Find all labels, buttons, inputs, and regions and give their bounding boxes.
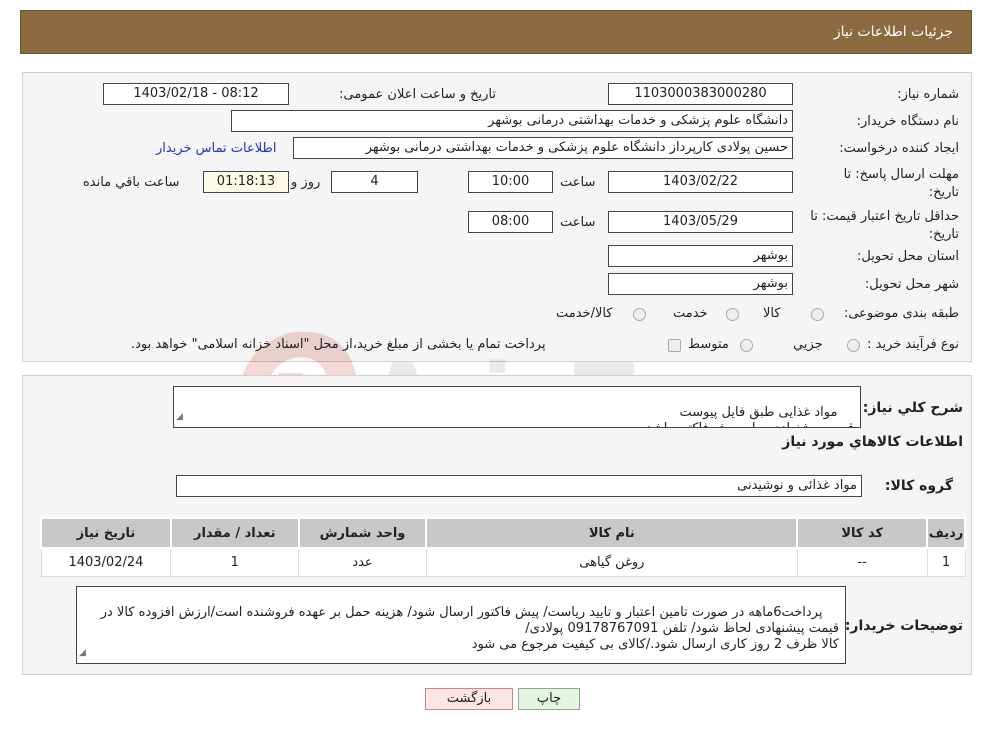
cell-item-code: -- xyxy=(796,547,928,577)
col-row-number: ردیف xyxy=(926,517,966,549)
need-number-field: 1103000383000280 xyxy=(608,83,793,105)
col-need-date: تاریخ نیاز xyxy=(40,517,172,549)
remaining-time-field: 01:18:13 xyxy=(203,171,289,193)
requester-field: حسین پولادی کارپرداز دانشگاه علوم پزشکی … xyxy=(293,137,793,159)
cell-quantity: 1 xyxy=(170,547,300,577)
purchase-partial-label: جزیي xyxy=(793,337,823,352)
price-validity-label: حداقل تاریخ اعتبار قیمت: تا تاریخ: xyxy=(810,209,959,242)
goods-info-title: اطلاعات کالاهاي مورد نیاز xyxy=(782,434,963,450)
treasury-checkbox[interactable] xyxy=(668,339,681,352)
category-both-radio[interactable] xyxy=(633,308,646,321)
days-label: روز و xyxy=(291,175,321,190)
reply-time-label: ساعت xyxy=(560,175,596,190)
requester-label: ایجاد کننده درخواست: xyxy=(839,141,959,156)
announce-date-field: 1403/02/18 - 08:12 xyxy=(103,83,289,105)
purchase-medium-radio[interactable] xyxy=(740,339,753,352)
col-item-name: نام کالا xyxy=(425,517,799,549)
description-label: شرح کلي نیاز: xyxy=(862,400,963,416)
buyer-org-field: دانشگاه علوم پزشکی و خدمات بهداشتی درمان… xyxy=(231,110,793,132)
reply-date-field: 1403/02/22 xyxy=(608,171,793,193)
col-item-code: کد کالا xyxy=(796,517,929,549)
days-field: 4 xyxy=(331,171,418,193)
province-field: بوشهر xyxy=(608,245,793,267)
price-validity-date-field: 1403/05/29 xyxy=(608,211,793,233)
page-header: جزئیات اطلاعات نیاز xyxy=(20,10,972,54)
reply-time-field: 10:00 xyxy=(468,171,553,193)
goods-group-label: گروه کالا: xyxy=(884,478,953,494)
need-info-panel: AriaTender.neT شماره نیاز: 1103000383000… xyxy=(22,72,972,450)
resize-grip-icon[interactable]: ◢ xyxy=(176,409,183,425)
need-details-panel: شرح کلي نیاز: مواد غذایی طبق فایل پیوست … xyxy=(22,375,972,675)
purchase-type-label: نوع فرآیند خرید : xyxy=(867,337,959,352)
buyer-contact-link[interactable]: اطلاعات تماس خریدار xyxy=(156,141,276,156)
cell-row-number: 1 xyxy=(926,547,966,577)
city-field: بوشهر xyxy=(608,273,793,295)
category-label: طبقه بندی موضوعی: xyxy=(843,306,959,321)
category-goods-label: کالا xyxy=(763,306,781,321)
buyer-org-label: نام دستگاه خریدار: xyxy=(856,114,959,129)
page-title: جزئیات اطلاعات نیاز xyxy=(833,24,953,40)
goods-group-field: مواد غذائی و نوشیدنی xyxy=(176,475,862,497)
reply-deadline-label: مهلت ارسال پاسخ: تا تاریخ: xyxy=(843,167,959,200)
purchase-medium-label: متوسط xyxy=(688,337,729,352)
buyer-notes-text: پرداخت6ماهه در صورت تامین اعتبار و تایید… xyxy=(100,605,839,652)
cell-need-date: 1403/02/24 xyxy=(40,547,172,577)
buyer-notes-label: توضیحات خریدار: xyxy=(844,618,963,634)
category-goods-radio[interactable] xyxy=(811,308,824,321)
category-service-label: خدمت xyxy=(673,306,708,321)
col-quantity: تعداد / مقدار xyxy=(169,517,300,549)
cell-unit: عدد xyxy=(298,547,427,577)
print-button[interactable]: چاپ xyxy=(518,688,580,710)
resize-grip-icon[interactable]: ◢ xyxy=(79,645,86,661)
category-service-radio[interactable] xyxy=(726,308,739,321)
col-unit: واحد شمارش xyxy=(297,517,428,549)
goods-table-header: ردیف کد کالا نام کالا واحد شمارش تعداد /… xyxy=(40,517,966,549)
table-row: 1 -- روغن گیاهی عدد 1 1403/02/24 xyxy=(40,547,966,577)
city-label: شهر محل تحویل: xyxy=(864,277,959,292)
category-both-label: کالا/خدمت xyxy=(556,306,613,321)
remaining-time-label: ساعت باقي مانده xyxy=(83,175,180,190)
price-validity-time-field: 08:00 xyxy=(468,211,553,233)
buyer-notes-textarea[interactable]: پرداخت6ماهه در صورت تامین اعتبار و تایید… xyxy=(76,586,846,664)
purchase-partial-radio[interactable] xyxy=(847,339,860,352)
description-text: مواد غذایی طبق فایل پیوست قیمت پیشنهادی … xyxy=(646,405,854,427)
back-button[interactable]: بازگشت xyxy=(425,688,513,710)
province-label: استان محل تحویل: xyxy=(857,249,959,264)
price-validity-time-label: ساعت xyxy=(560,215,596,230)
goods-table: ردیف کد کالا نام کالا واحد شمارش تعداد /… xyxy=(40,517,966,577)
cell-item-name: روغن گیاهی xyxy=(425,547,798,577)
need-number-label: شماره نیاز: xyxy=(897,87,959,102)
announce-date-label: تاریخ و ساعت اعلان عمومی: xyxy=(339,87,496,102)
description-textarea[interactable]: مواد غذایی طبق فایل پیوست قیمت پیشنهادی … xyxy=(173,386,861,428)
treasury-note: پرداخت تمام یا بخشی از مبلغ خرید،از محل … xyxy=(131,337,546,352)
